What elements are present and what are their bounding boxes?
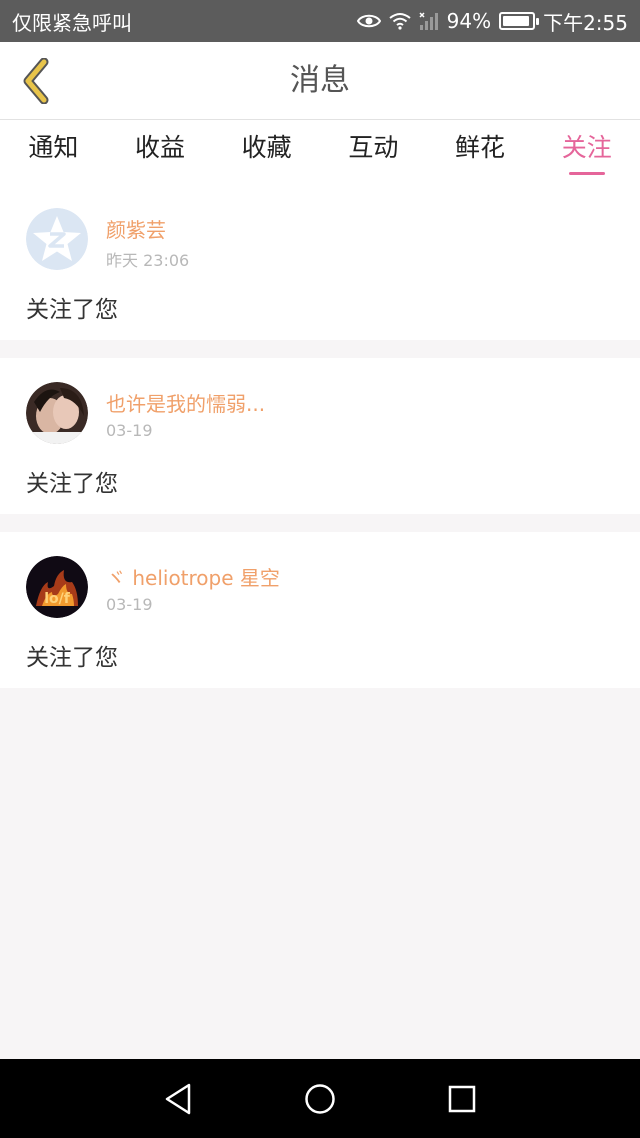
avatar[interactable]: [26, 208, 88, 270]
header: 消息: [0, 42, 640, 120]
avatar[interactable]: [26, 382, 88, 444]
svg-text:lo/f: lo/f: [44, 591, 71, 607]
message-time: 昨天 23:06: [106, 251, 190, 270]
message-text: 关注了您: [26, 471, 118, 497]
eye-icon: [356, 14, 381, 28]
user-name[interactable]: 也许是我的懦弱...: [106, 388, 265, 417]
nav-back-button[interactable]: [158, 1079, 198, 1119]
message-time: 03-19: [106, 421, 153, 440]
default-avatar-icon: [26, 208, 88, 270]
app-screen: 仅限紧急呼叫 94% 下午2:55 消息 通知 收益 收藏 互动 鲜花 关注 颜…: [0, 0, 640, 1138]
tab-notifications[interactable]: 通知: [0, 120, 107, 184]
signal-icon: [419, 12, 438, 30]
tab-favorites[interactable]: 收藏: [213, 120, 320, 184]
system-nav-bar: [0, 1059, 640, 1138]
battery-icon: [499, 12, 540, 30]
wifi-icon: [389, 13, 411, 30]
list-item[interactable]: 颜紫芸 昨天 23:06 关注了您: [0, 184, 640, 340]
message-text: 关注了您: [26, 645, 118, 671]
battery-percent: 94%: [446, 9, 492, 33]
avatar[interactable]: lo/f: [26, 556, 88, 618]
user-name[interactable]: 颜紫芸: [106, 214, 166, 243]
page-title: 消息: [290, 63, 350, 98]
message-list: 颜紫芸 昨天 23:06 关注了您 也许是我的懦弱... 03-19 关注了您: [0, 184, 640, 706]
tab-follows[interactable]: 关注: [533, 120, 640, 184]
nav-recents-button[interactable]: [442, 1079, 482, 1119]
message-time: 03-19: [106, 595, 153, 614]
list-item[interactable]: lo/f ヾ heliotrope 星空 03-19 关注了您: [0, 532, 640, 688]
list-item[interactable]: 也许是我的懦弱... 03-19 关注了您: [0, 358, 640, 514]
fire-avatar-icon: lo/f: [26, 556, 88, 618]
nav-home-button[interactable]: [300, 1079, 340, 1119]
square-recents-icon: [448, 1085, 476, 1113]
tab-flowers[interactable]: 鲜花: [427, 120, 534, 184]
triangle-back-icon: [165, 1083, 191, 1115]
tab-interactions[interactable]: 互动: [320, 120, 427, 184]
back-button[interactable]: [14, 56, 58, 106]
user-name[interactable]: ヾ heliotrope 星空: [106, 562, 280, 591]
circle-home-icon: [305, 1084, 335, 1114]
carrier-text: 仅限紧急呼叫: [12, 10, 132, 35]
message-text: 关注了您: [26, 297, 118, 323]
clock-text: 下午2:55: [543, 10, 628, 35]
status-bar: 仅限紧急呼叫 94% 下午2:55: [0, 0, 640, 42]
chevron-left-icon: [23, 58, 49, 104]
photo-avatar-icon: [26, 382, 88, 444]
tab-bar: 通知 收益 收藏 互动 鲜花 关注: [0, 120, 640, 184]
tab-earnings[interactable]: 收益: [107, 120, 214, 184]
status-icons: 94% 下午2:55: [356, 7, 628, 36]
